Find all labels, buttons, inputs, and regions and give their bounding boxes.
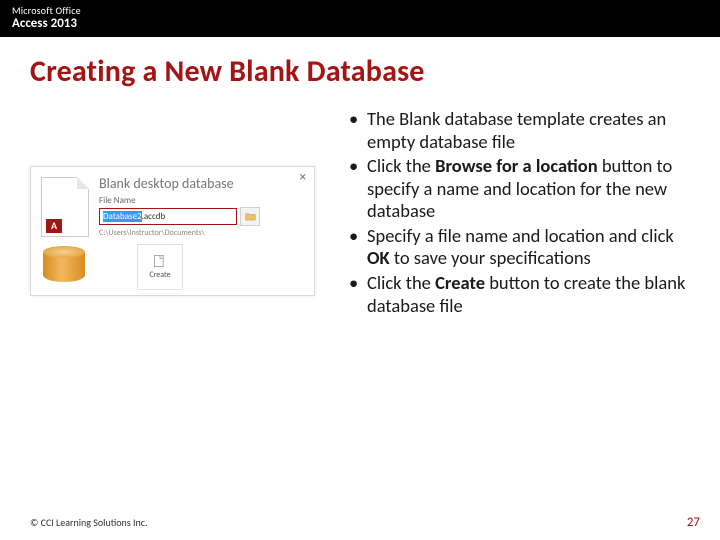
database-cylinder-icon: [43, 246, 85, 288]
figure-column: × A Blank desktop database File Name Dat…: [30, 106, 315, 319]
list-item: The Blank database template creates an e…: [349, 108, 690, 153]
document-icon: A: [41, 177, 89, 237]
list-item: Specify a file name and location and cli…: [349, 225, 690, 270]
document-small-icon: [152, 254, 168, 268]
slide: Microsoft Office Access 2013 Creating a …: [0, 0, 720, 540]
close-icon[interactable]: ×: [300, 171, 306, 184]
create-button[interactable]: Create: [137, 244, 183, 290]
footer: © CCI Learning Solutions Inc. 27: [0, 515, 720, 530]
path-text: C:\Users\Instructor\Documents\: [99, 228, 304, 238]
list-item: Click the Create button to create the bl…: [349, 272, 690, 317]
access-badge: A: [46, 219, 62, 233]
browse-button[interactable]: [240, 207, 260, 226]
page-number: 27: [687, 515, 700, 530]
bullets-column: The Blank database template creates an e…: [315, 106, 690, 319]
folder-icon: [245, 212, 256, 221]
filename-label: File Name: [99, 195, 304, 206]
list-item: Click the Browse for a location button t…: [349, 155, 690, 223]
blank-db-dialog: × A Blank desktop database File Name Dat…: [30, 166, 315, 296]
header-band: Microsoft Office Access 2013: [0, 0, 720, 37]
slide-title: Creating a New Blank Database: [0, 37, 720, 98]
bullet-list: The Blank database template creates an e…: [349, 108, 690, 317]
dialog-title: Blank desktop database: [99, 175, 304, 192]
copyright-text: © CCI Learning Solutions Inc.: [30, 516, 148, 529]
create-label: Create: [149, 270, 170, 280]
content-area: × A Blank desktop database File Name Dat…: [0, 98, 720, 319]
product-label: Access 2013: [12, 16, 708, 31]
filename-input[interactable]: Database2.accdb: [99, 208, 237, 225]
